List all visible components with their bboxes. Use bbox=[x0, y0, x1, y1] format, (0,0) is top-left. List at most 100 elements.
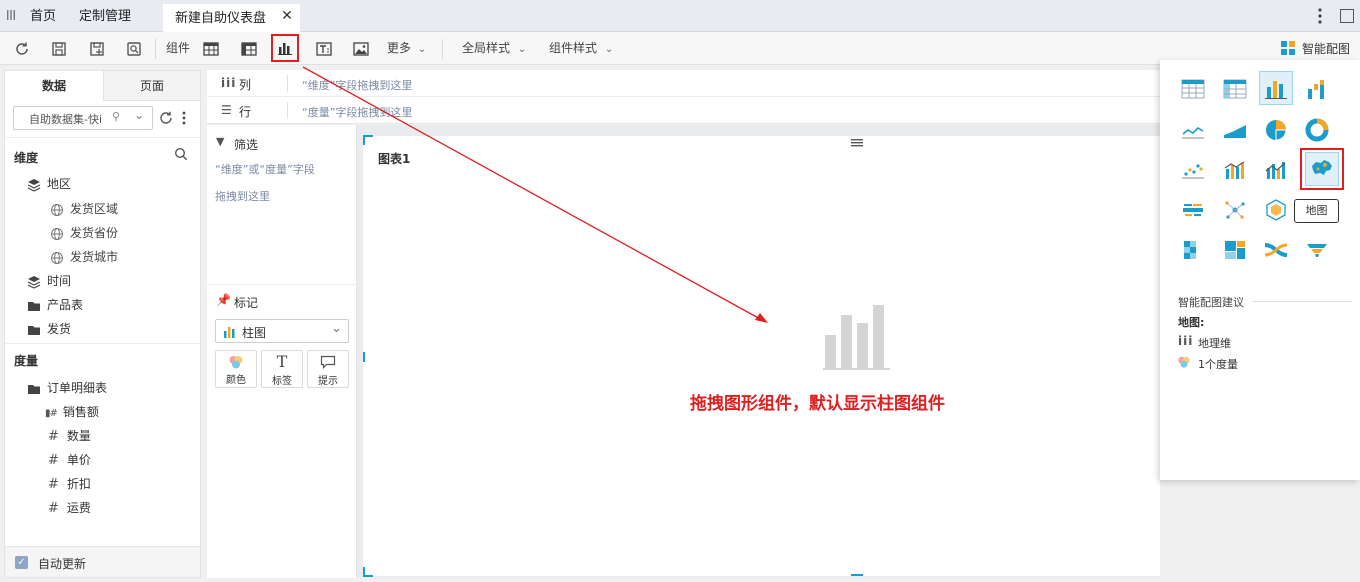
tree-item-label: 产品表 bbox=[47, 298, 84, 312]
tree-item-ship-province[interactable]: 发货省份 bbox=[50, 221, 118, 245]
dataset-options-icon[interactable] bbox=[181, 110, 187, 129]
mark-tooltip-button[interactable]: 提示 bbox=[307, 350, 349, 388]
tab-custom-management[interactable]: 定制管理 bbox=[67, 4, 143, 32]
chart-type-map[interactable] bbox=[1300, 148, 1344, 190]
chart-type-sankey[interactable] bbox=[1259, 233, 1293, 267]
chart-type-area[interactable] bbox=[1218, 113, 1252, 147]
row-shelf[interactable]: ☰ 行 “度量”字段拖拽到这里 bbox=[207, 97, 1160, 124]
chart-type-word-cloud[interactable] bbox=[1176, 193, 1210, 227]
close-tab-icon[interactable]: ✕ bbox=[279, 8, 295, 24]
chart-type-multi-axis[interactable] bbox=[1259, 153, 1293, 187]
chart-type-treemap[interactable] bbox=[1218, 233, 1252, 267]
tree-item-shipping[interactable]: 发货 bbox=[27, 317, 71, 341]
tree-item-label: 时间 bbox=[47, 274, 72, 288]
chart-type-scatter[interactable] bbox=[1176, 153, 1210, 187]
tree-item-label: 发货区域 bbox=[70, 202, 119, 216]
bar-chart-component-button[interactable] bbox=[271, 34, 299, 62]
text-icon: T bbox=[276, 352, 288, 371]
chart-type-radar[interactable] bbox=[1259, 193, 1293, 227]
mark-type-select[interactable]: 柱图 ⌄ bbox=[215, 319, 349, 343]
chart-type-network[interactable] bbox=[1218, 193, 1252, 227]
mark-color-button[interactable]: 颜色 bbox=[215, 350, 257, 388]
chart-type-crosstab[interactable] bbox=[1218, 72, 1252, 106]
tree-item-order-detail[interactable]: 订单明细表 bbox=[27, 376, 107, 400]
refresh-icon bbox=[16, 42, 28, 55]
maximize-icon[interactable] bbox=[1340, 9, 1354, 23]
save-as-icon bbox=[90, 42, 104, 56]
smart-chart-button[interactable]: 智能配图 bbox=[1280, 39, 1350, 57]
suggest-dim: 地理维 bbox=[1198, 337, 1231, 350]
tree-item-discount[interactable]: # 折扣 bbox=[48, 472, 91, 496]
color-palette-icon bbox=[229, 356, 243, 369]
component-style-menu[interactable]: 组件样式 ⌄ bbox=[549, 40, 613, 58]
bar-chart-icon bbox=[1265, 81, 1287, 99]
preview-icon bbox=[127, 42, 141, 56]
row-shelf-hint: “度量”字段拖拽到这里 bbox=[302, 106, 413, 119]
chart-type-pie[interactable] bbox=[1259, 113, 1293, 147]
column-shelf[interactable]: iii 列 “维度”字段拖拽到这里 bbox=[207, 70, 1160, 97]
tree-item-quantity[interactable]: # 数量 bbox=[48, 424, 91, 448]
chart-type-combo[interactable] bbox=[1218, 153, 1252, 187]
chart-type-funnel[interactable] bbox=[1300, 233, 1334, 267]
smart-chart-panel: 地图 智能配图建议 地图: iii 地理维 1个度量 bbox=[1160, 60, 1360, 480]
chart-type-bar[interactable] bbox=[1259, 71, 1293, 105]
auto-update-checkbox[interactable]: ✓ bbox=[15, 556, 28, 569]
save-as-button[interactable] bbox=[85, 37, 109, 61]
filter-hint-2: 拖拽到这里 bbox=[215, 190, 270, 203]
resize-handle[interactable] bbox=[363, 352, 365, 362]
mark-color-label: 颜色 bbox=[226, 375, 246, 386]
hash-icon: # bbox=[48, 501, 59, 516]
mark-label-button[interactable]: T 标签 bbox=[261, 350, 303, 388]
text-component-button[interactable] bbox=[312, 37, 336, 61]
filter-drop-zone[interactable]: “维度”或“度量”字段 拖拽到这里 bbox=[207, 155, 357, 215]
refresh-dataset-icon[interactable] bbox=[158, 110, 174, 129]
refresh-button[interactable] bbox=[10, 37, 34, 61]
chart-type-waterfall[interactable] bbox=[1300, 72, 1334, 106]
tree-item-time[interactable]: 时间 bbox=[27, 269, 71, 293]
tab-home[interactable]: 首页 bbox=[18, 4, 68, 32]
column-shelf-icon: iii bbox=[221, 76, 237, 90]
tree-item-unit-price[interactable]: # 单价 bbox=[48, 448, 91, 472]
table-component-button[interactable] bbox=[199, 37, 223, 61]
menu-grip-icon[interactable] bbox=[6, 9, 16, 21]
mark-label-label: 标签 bbox=[272, 376, 292, 387]
tab-data[interactable]: 数据 bbox=[5, 71, 103, 101]
resize-handle[interactable] bbox=[363, 135, 373, 145]
tree-item-product-table[interactable]: 产品表 bbox=[27, 293, 83, 317]
more-options-icon[interactable] bbox=[1315, 7, 1325, 25]
chart-type-table[interactable] bbox=[1176, 72, 1210, 106]
text-box-icon bbox=[316, 42, 332, 56]
tree-item-freight[interactable]: # 运费 bbox=[48, 496, 91, 520]
search-icon[interactable] bbox=[174, 147, 188, 164]
divider bbox=[287, 75, 288, 92]
tab-page[interactable]: 页面 bbox=[103, 71, 200, 101]
combo-chart-icon bbox=[1224, 161, 1245, 179]
more-menu[interactable]: 更多 ⌄ bbox=[387, 40, 426, 58]
chart-component[interactable]: 图表1 拖拽图形组件，默认显示柱图组件 bbox=[363, 136, 1160, 576]
chart-type-line[interactable] bbox=[1176, 113, 1210, 147]
layers-icon bbox=[27, 275, 41, 289]
line-chart-icon bbox=[1182, 126, 1204, 139]
area-chart-icon bbox=[1224, 125, 1246, 138]
tree-item-sales[interactable]: ▮# 销售额 bbox=[45, 400, 99, 424]
chevron-down-icon: ⌄ bbox=[517, 44, 527, 55]
drag-handle-icon[interactable] bbox=[851, 136, 863, 147]
crosstab-component-button[interactable] bbox=[237, 37, 261, 61]
chart-type-ring[interactable] bbox=[1300, 113, 1334, 147]
global-style-menu[interactable]: 全局样式 ⌄ bbox=[462, 40, 526, 58]
preview-button[interactable] bbox=[122, 37, 146, 61]
more-menu-label: 更多 bbox=[387, 41, 412, 55]
dataset-select[interactable]: 自助数据集-快i ⚲ ⌄ bbox=[13, 106, 153, 130]
tree-item-ship-area[interactable]: 发货区域 bbox=[50, 197, 118, 221]
marks-label: 标记 bbox=[234, 296, 259, 310]
column-shelf-label: 列 bbox=[239, 78, 252, 92]
resize-handle[interactable] bbox=[363, 567, 373, 577]
tree-item-ship-city[interactable]: 发货城市 bbox=[50, 245, 118, 269]
filter-icon: ▼ bbox=[216, 135, 225, 148]
resize-handle[interactable] bbox=[851, 574, 863, 576]
save-button[interactable] bbox=[47, 37, 71, 61]
tree-item-region[interactable]: 地区 bbox=[27, 172, 71, 196]
filter-label: 筛选 bbox=[234, 138, 259, 152]
image-component-button[interactable] bbox=[349, 37, 373, 61]
chart-type-heatmap[interactable] bbox=[1176, 233, 1210, 267]
